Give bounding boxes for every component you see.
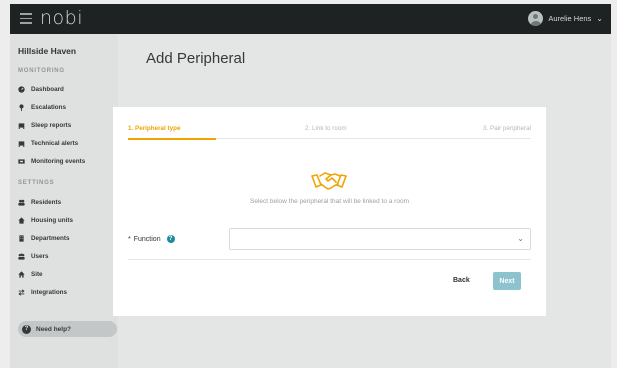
next-button[interactable]: Next bbox=[493, 272, 521, 290]
avatar bbox=[528, 11, 544, 26]
stepper-progress bbox=[128, 138, 216, 140]
add-peripheral-dialog: 1. Peripheral type 2. Link to room 3. Pa… bbox=[113, 107, 546, 316]
chevron-down-icon: ⌄ bbox=[517, 234, 524, 243]
function-select[interactable]: ⌄ bbox=[229, 228, 531, 250]
back-button[interactable]: Back bbox=[453, 277, 470, 284]
handshake-icon bbox=[311, 172, 347, 190]
function-label: * Function ? bbox=[128, 235, 175, 243]
step-peripheral-type: 1. Peripheral type bbox=[128, 125, 181, 132]
stepper: 1. Peripheral type 2. Link to room 3. Pa… bbox=[128, 125, 531, 139]
chevron-down-icon: ⌄ bbox=[596, 14, 603, 23]
screen: nobi Aurelie Hens ⌄ Hillside Haven MONIT… bbox=[0, 0, 617, 368]
menu-icon[interactable] bbox=[20, 13, 32, 25]
user-name: Aurelie Hens bbox=[548, 14, 592, 23]
required-mark: * bbox=[128, 235, 131, 243]
help-icon[interactable]: ? bbox=[166, 235, 175, 243]
divider bbox=[128, 259, 531, 260]
top-bar: nobi Aurelie Hens ⌄ bbox=[10, 4, 611, 34]
step-pair-peripheral: 3. Pair peripheral bbox=[483, 125, 531, 132]
step-link-to-room: 2. Link to room bbox=[305, 125, 347, 132]
function-label-text: Function bbox=[133, 235, 161, 243]
instruction-text: Select below the peripheral that will be… bbox=[250, 198, 409, 205]
logo[interactable]: nobi bbox=[40, 7, 83, 29]
user-menu[interactable]: Aurelie Hens ⌄ bbox=[528, 11, 603, 26]
app-window: nobi Aurelie Hens ⌄ Hillside Haven MONIT… bbox=[10, 4, 611, 368]
